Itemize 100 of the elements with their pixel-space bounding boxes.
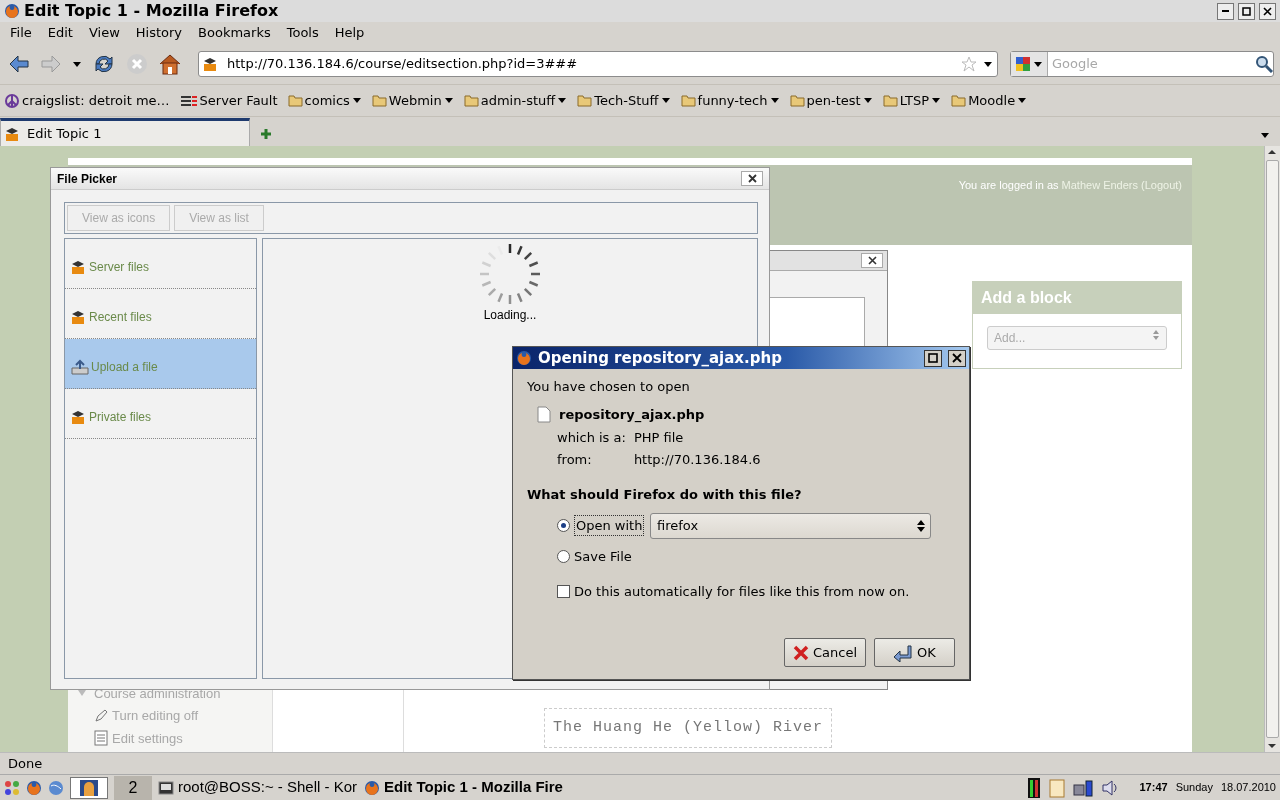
cancel-button[interactable]: Cancel xyxy=(784,638,866,667)
back-arrow-icon xyxy=(8,54,30,74)
menu-item[interactable]: Bookmarks xyxy=(190,23,279,43)
minimize-button[interactable] xyxy=(1217,2,1234,20)
loading-spinner-icon xyxy=(478,242,542,306)
address-field[interactable]: http://70.136.184.6/course/editsection.php?id=3### xyxy=(198,51,998,77)
option-label[interactable]: Save File xyxy=(574,546,632,566)
updown-arrows-icon xyxy=(916,518,926,533)
scrollbar[interactable] xyxy=(1264,146,1280,752)
option-label[interactable]: Open with xyxy=(574,514,645,537)
folder-icon xyxy=(951,93,967,108)
folder-icon xyxy=(577,93,593,108)
meter-icon[interactable] xyxy=(1027,776,1042,799)
folder-icon xyxy=(463,93,479,108)
folder-icon xyxy=(287,93,303,108)
new-tab-button[interactable] xyxy=(258,126,274,142)
folder-icon xyxy=(371,93,387,108)
desktop-button[interactable] xyxy=(70,776,108,799)
close-icon xyxy=(747,174,757,183)
updown-arrows-icon xyxy=(1152,329,1160,341)
caret-icon xyxy=(931,96,942,105)
bookmark-item[interactable]: comics xyxy=(287,90,362,111)
close-icon xyxy=(1263,6,1272,16)
bookmark-item[interactable]: funny-tech xyxy=(680,90,780,111)
search-box[interactable]: Google xyxy=(1010,51,1274,77)
app-menu-icon[interactable] xyxy=(4,779,20,796)
menu-item[interactable]: Help xyxy=(326,23,373,43)
search-field[interactable]: Google xyxy=(1048,54,1255,74)
taskbar-item[interactable]: Edit Topic 1 - Mozilla Fire xyxy=(364,776,564,799)
caret-icon xyxy=(78,689,86,698)
ok-button[interactable]: OK xyxy=(874,638,955,667)
browser-tab[interactable]: Edit Topic 1 xyxy=(0,118,250,146)
return-arrow-icon xyxy=(893,643,914,662)
file-type: PHP file xyxy=(633,429,685,447)
terminal-icon xyxy=(158,780,174,795)
caret-icon xyxy=(443,96,454,105)
block-title: Add a block xyxy=(973,282,1181,314)
menu-item[interactable]: History xyxy=(127,23,191,43)
clock-date: 18.07.2010 xyxy=(1220,780,1276,796)
caret-icon xyxy=(769,96,780,105)
pencil-icon xyxy=(94,708,108,723)
close-button[interactable] xyxy=(741,171,763,186)
caret-icon[interactable] xyxy=(983,59,993,69)
folder-icon xyxy=(789,93,805,108)
caret-icon xyxy=(557,96,568,105)
menu-item[interactable]: Edit xyxy=(39,23,81,43)
url-text[interactable]: http://70.136.184.6/course/editsection.php?id=3### xyxy=(227,54,955,74)
repository-item[interactable]: Private files xyxy=(65,389,256,439)
home-icon xyxy=(158,53,182,75)
caret-icon xyxy=(1260,131,1270,140)
repository-item[interactable]: Server files xyxy=(65,239,256,289)
menu-item[interactable]: View xyxy=(80,23,128,43)
bookmark-item[interactable]: admin-stuff xyxy=(463,90,568,111)
colored-squares-icon xyxy=(1015,56,1031,72)
bookmark-item[interactable]: LTSP xyxy=(882,90,942,111)
clock-time: 17:47 xyxy=(1139,780,1168,796)
caret-icon xyxy=(660,96,671,105)
menu-item[interactable]: File xyxy=(2,23,40,43)
field-label: from: xyxy=(557,450,593,469)
status-text: Done xyxy=(8,754,43,773)
field-label: which is a: xyxy=(557,429,626,447)
maximize-button[interactable] xyxy=(1238,2,1255,20)
dialog-title: File Picker xyxy=(57,170,118,188)
maximize-button[interactable] xyxy=(924,349,942,367)
workspace-button[interactable]: 2 xyxy=(114,775,152,800)
checkbox-label[interactable]: Do this automatically for files like this from now on. xyxy=(574,582,910,602)
checkbox[interactable] xyxy=(557,585,570,599)
peace-sign-icon xyxy=(4,92,20,109)
caret-icon xyxy=(862,96,873,105)
bookmark-item[interactable]: Webmin xyxy=(371,90,454,111)
search-icon[interactable] xyxy=(1255,55,1273,73)
window-title: Edit Topic 1 - Mozilla Firefox xyxy=(24,0,279,22)
menu-item[interactable]: Tools xyxy=(278,23,327,43)
caret-icon xyxy=(351,96,362,105)
bookmark-star-icon[interactable] xyxy=(961,56,977,72)
login-text: You are logged in as xyxy=(958,178,1059,193)
firefox-icon[interactable] xyxy=(26,779,42,796)
clipboard-icon[interactable] xyxy=(1049,777,1066,798)
clock-day: Sunday xyxy=(1175,779,1213,796)
bookmark-item[interactable]: Server Fault xyxy=(179,90,278,111)
source-url: http://70.136.184.6 xyxy=(633,450,761,469)
bookmark-item[interactable]: Moodle xyxy=(951,90,1028,111)
close-button[interactable] xyxy=(948,349,966,367)
caret-icon xyxy=(72,59,82,69)
bookmark-item[interactable]: pen-test xyxy=(789,90,873,111)
radio-button[interactable] xyxy=(557,549,570,563)
file-icon xyxy=(537,405,551,423)
bookmark-item[interactable]: Tech-Stuff xyxy=(577,90,671,111)
radio-button[interactable] xyxy=(557,519,570,532)
maximize-icon xyxy=(1242,6,1251,16)
close-button[interactable] xyxy=(861,253,883,268)
taskbar-item[interactable]: root@BOSS:~ - Shell - Kor xyxy=(158,776,358,799)
file-name: repository_ajax.php xyxy=(559,405,705,424)
search-engine-button[interactable] xyxy=(1011,52,1048,76)
application-select[interactable]: firefox xyxy=(650,512,931,539)
network-icon[interactable] xyxy=(1073,778,1094,797)
speaker-icon[interactable] xyxy=(1101,778,1120,797)
close-button[interactable] xyxy=(1259,2,1276,20)
bookmark-item[interactable]: craigslist: detroit me… xyxy=(4,90,170,111)
cross-icon xyxy=(793,644,809,661)
